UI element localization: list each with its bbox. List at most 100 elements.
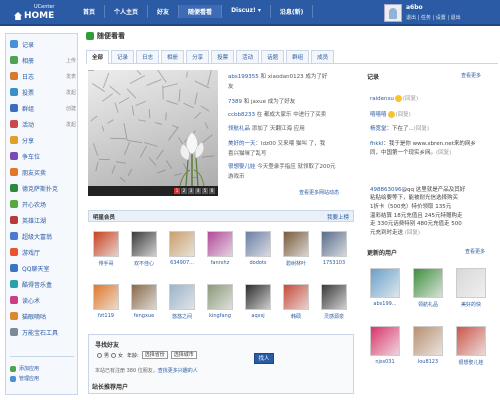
- star-member[interactable]: aqxsj: [240, 284, 276, 319]
- member-name[interactable]: abs199...: [367, 301, 403, 307]
- member-name[interactable]: 碧树林叶: [278, 260, 314, 267]
- star-member[interactable]: 碧树林叶: [278, 231, 314, 267]
- member-avatar[interactable]: [207, 231, 233, 257]
- updated-user[interactable]: lou8123: [410, 326, 446, 365]
- sidebar-item[interactable]: 游戏厅: [10, 246, 76, 258]
- nav-friends[interactable]: 好友: [148, 5, 180, 18]
- updated-user[interactable]: abs199...: [367, 268, 403, 307]
- sidebar-item[interactable]: 朋友买卖: [10, 166, 76, 178]
- photo-page-2[interactable]: 2: [181, 188, 187, 194]
- tab[interactable]: 成员: [311, 50, 335, 63]
- member-avatar[interactable]: [413, 268, 443, 298]
- member-name[interactable]: fengxue: [126, 313, 162, 319]
- sidebar-footer-link[interactable]: 添加应用: [10, 365, 39, 372]
- feed-user-link[interactable]: 很想娶儿娃: [228, 164, 256, 170]
- feed-user-link[interactable]: abs199355: [228, 74, 259, 80]
- tab[interactable]: 日志: [136, 50, 160, 63]
- tab[interactable]: 活动: [236, 50, 260, 63]
- record-reply-link[interactable]: (回复): [403, 96, 418, 102]
- stars-apply-link[interactable]: 我要上榜: [327, 213, 349, 221]
- sidebar-item[interactable]: 投票 发起: [10, 86, 76, 98]
- feed-user-link[interactable]: 美好的一天: [228, 141, 256, 147]
- record-reply-link[interactable]: (回复): [436, 150, 451, 156]
- member-avatar[interactable]: [413, 326, 443, 356]
- member-avatar[interactable]: [321, 231, 347, 257]
- star-member[interactable]: 灵感源泉: [316, 284, 352, 320]
- sidebar-item[interactable]: 活动 发起: [10, 118, 76, 130]
- record-user-link[interactable]: raidensu: [370, 96, 394, 102]
- tab[interactable]: 群组: [286, 50, 310, 63]
- updated-user[interactable]: 领航礼品: [410, 268, 446, 308]
- member-name[interactable]: dodots: [240, 260, 276, 266]
- record-user-link[interactable]: fhkkl: [370, 141, 383, 147]
- province-select[interactable]: 选择省份: [141, 351, 168, 359]
- member-name[interactable]: kingfang: [202, 313, 238, 319]
- star-member[interactable]: dodots: [240, 231, 276, 266]
- star-member[interactable]: fengxue: [126, 284, 162, 319]
- sidebar-item[interactable]: 超级大富翁: [10, 230, 76, 242]
- star-member[interactable]: fzt119: [88, 284, 124, 319]
- nav-discuz[interactable]: Discuz! ▾: [222, 5, 271, 18]
- member-avatar[interactable]: [131, 284, 157, 310]
- sidebar-item[interactable]: 日志 发表: [10, 70, 76, 82]
- photo-page-4[interactable]: 4: [195, 188, 201, 194]
- member-name[interactable]: 很想娶儿娃: [453, 359, 489, 366]
- sidebar-item[interactable]: 相册 上传: [10, 54, 76, 66]
- find-more-link[interactable]: 查找更多兴趣的人: [158, 368, 198, 374]
- record-reply-link[interactable]: (回复): [405, 230, 420, 236]
- member-name[interactable]: njss031: [367, 359, 403, 365]
- member-name[interactable]: fzt119: [88, 313, 124, 319]
- sidebar-item[interactable]: 读心术: [10, 294, 76, 306]
- sidebar-item[interactable]: 英雄江湖: [10, 214, 76, 226]
- user-links[interactable]: 退出 | 任务 | 设置 | 退出: [406, 14, 461, 21]
- member-avatar[interactable]: [283, 231, 309, 257]
- member-name[interactable]: 俳手哥: [88, 260, 124, 267]
- featured-photo[interactable]: 1 2 3 4 5 6: [88, 70, 218, 196]
- member-avatar[interactable]: [93, 231, 119, 257]
- feed-user-link[interactable]: ccbb8233: [228, 112, 255, 118]
- find-button[interactable]: 找人: [254, 353, 274, 364]
- member-avatar[interactable]: [169, 284, 195, 310]
- record-user-link[interactable]: 嘻嘻嘻: [370, 112, 387, 118]
- member-name[interactable]: 灵感源泉: [316, 313, 352, 320]
- member-avatar[interactable]: [169, 231, 195, 257]
- member-avatar[interactable]: [207, 284, 233, 310]
- sidebar-item[interactable]: 酷得音乐盒: [10, 278, 76, 290]
- sidebar-item-action[interactable]: 发表: [66, 73, 76, 80]
- record-reply-link[interactable]: (回复): [414, 126, 429, 132]
- star-member[interactable]: 悠悠之间: [164, 284, 200, 320]
- sidebar-item[interactable]: 记录: [10, 38, 76, 50]
- member-avatar[interactable]: [456, 268, 486, 298]
- sidebar-footer-link[interactable]: 管理应用: [10, 375, 39, 382]
- updated-user[interactable]: njss031: [367, 326, 403, 365]
- member-name[interactable]: 悠悠之间: [164, 313, 200, 320]
- member-avatar[interactable]: [131, 231, 157, 257]
- sidebar-item-action[interactable]: 上传: [66, 57, 76, 64]
- tab[interactable]: 投票: [211, 50, 235, 63]
- photo-page-1[interactable]: 1: [174, 188, 180, 194]
- gender-male-radio[interactable]: [97, 352, 102, 358]
- gender-female-radio[interactable]: [111, 352, 117, 358]
- sidebar-item-action[interactable]: 发起: [66, 121, 76, 128]
- sidebar-item-action[interactable]: 发起: [66, 89, 76, 96]
- tab[interactable]: 话题: [261, 50, 285, 63]
- member-name[interactable]: 634907...: [164, 260, 200, 266]
- nav-browse[interactable]: 随便看看: [179, 5, 223, 18]
- member-avatar[interactable]: [370, 326, 400, 356]
- city-select[interactable]: 选择城市: [170, 351, 197, 359]
- star-member[interactable]: fanrxhz: [202, 231, 238, 266]
- member-name[interactable]: 韩硕: [278, 313, 314, 320]
- sidebar-item[interactable]: 群组 创建: [10, 102, 76, 114]
- sidebar-item[interactable]: 万能宝石工具: [10, 326, 76, 338]
- avatar[interactable]: [384, 4, 402, 22]
- member-name[interactable]: 美好的快: [453, 301, 489, 308]
- updated-user[interactable]: 美好的快: [453, 268, 489, 308]
- member-avatar[interactable]: [321, 284, 347, 310]
- tab[interactable]: 相册: [161, 50, 185, 63]
- member-avatar[interactable]: [370, 268, 400, 298]
- sidebar-item[interactable]: 猫眼嘀咕: [10, 310, 76, 322]
- user-name[interactable]: a6bo: [406, 4, 423, 11]
- member-name[interactable]: 双不佳心: [126, 260, 162, 267]
- sidebar-item[interactable]: 争车位: [10, 150, 76, 162]
- photo-page-5[interactable]: 5: [202, 188, 208, 194]
